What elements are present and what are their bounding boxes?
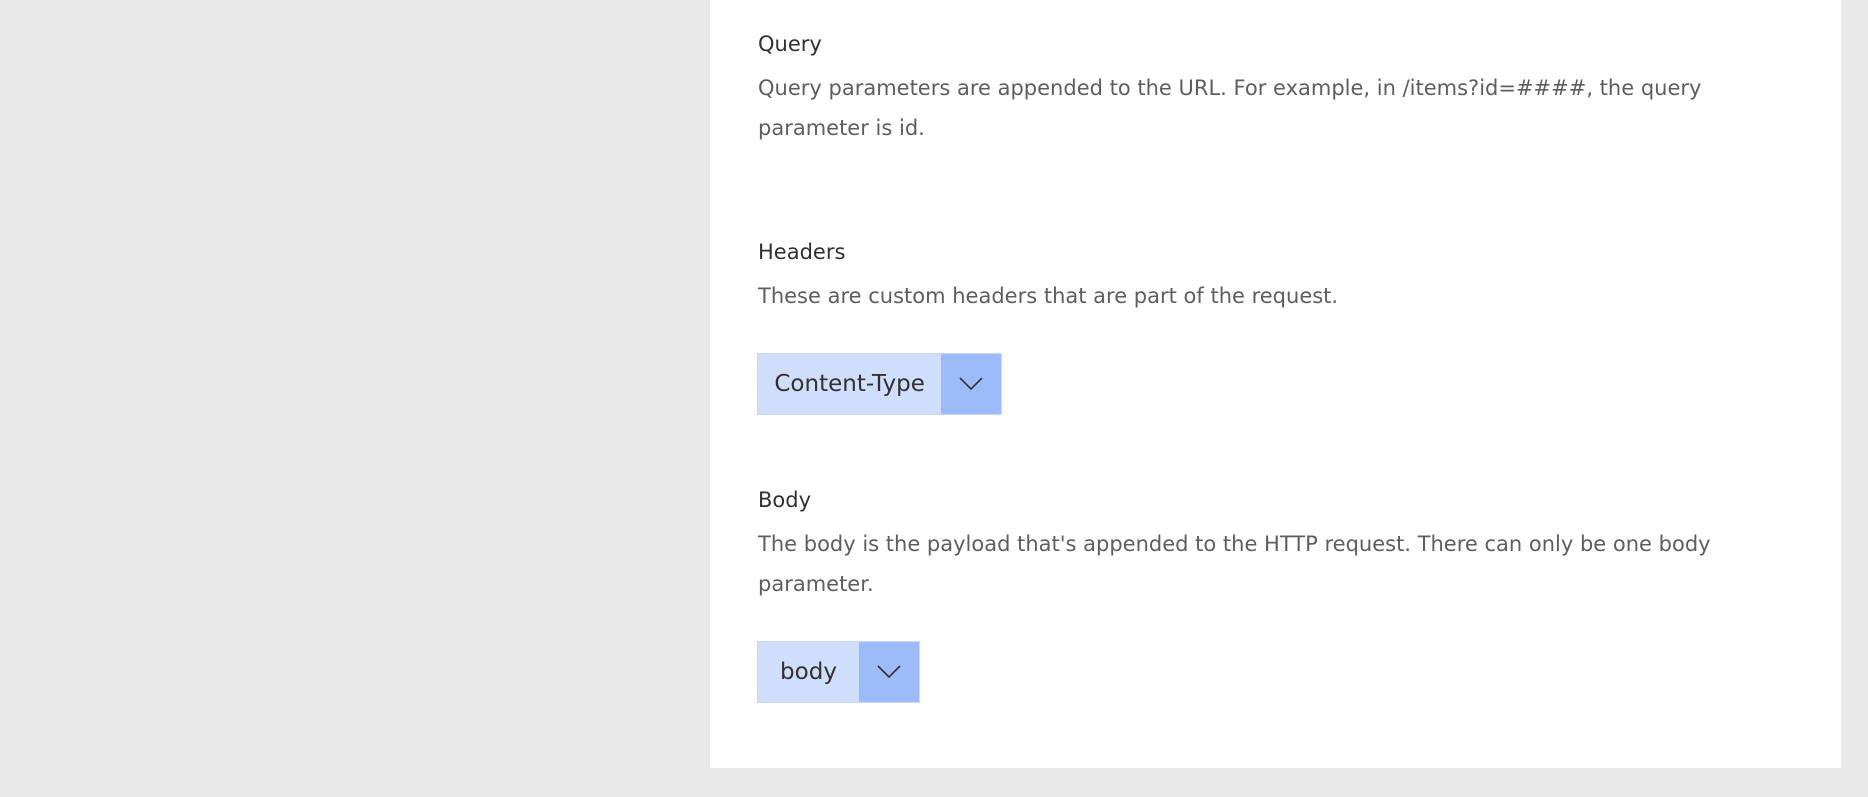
content-type-expand-button[interactable] [941, 354, 1001, 414]
headers-section: Headers These are custom headers that ar… [758, 238, 1788, 316]
query-section-description: Query parameters are appended to the URL… [758, 76, 1702, 140]
content-type-chip-label: Content-Type [758, 354, 942, 414]
headers-section-description: These are custom headers that are part o… [758, 284, 1339, 308]
query-section-title: Query [758, 32, 822, 56]
body-expand-button[interactable] [859, 642, 919, 702]
body-chip-label: body [758, 642, 859, 702]
headers-section-title: Headers [758, 240, 846, 264]
chevron-down-icon [959, 377, 983, 391]
body-section-description: The body is the payload that's appended … [758, 532, 1711, 596]
request-parameters-panel: Query Query parameters are appended to t… [710, 0, 1841, 768]
body-section-title: Body [758, 488, 812, 512]
body-parameter-chip[interactable]: body [757, 641, 920, 703]
body-section: Body The body is the payload that's appe… [758, 486, 1788, 604]
chevron-down-icon [877, 665, 901, 679]
query-section: Query Query parameters are appended to t… [758, 30, 1788, 148]
content-type-header-chip[interactable]: Content-Type [757, 353, 1002, 415]
